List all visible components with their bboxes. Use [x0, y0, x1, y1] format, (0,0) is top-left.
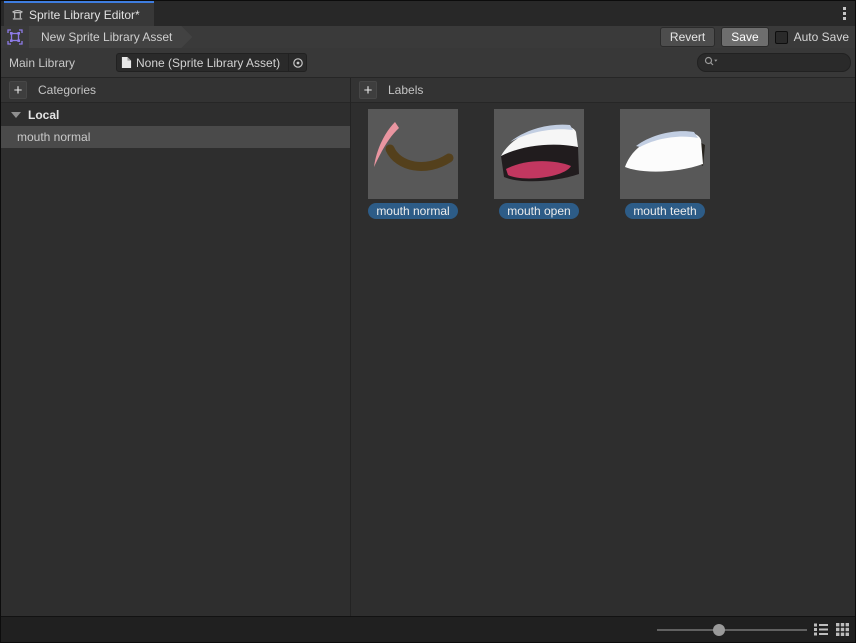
sprite-asset-icon: [7, 29, 23, 45]
content-area: + Categories Local mouth normal + Labels: [1, 77, 855, 616]
tab-sprite-library-editor[interactable]: Sprite Library Editor*: [4, 1, 154, 26]
sprite-card-mouth-normal: mouth normal: [368, 109, 458, 219]
labels-header: + Labels: [351, 78, 855, 103]
sprite-library-editor-icon: [11, 8, 24, 21]
sprite-thumbnail-mouth-open[interactable]: [494, 109, 584, 199]
add-label-button[interactable]: +: [359, 81, 377, 99]
sprite-library-editor-window: Sprite Library Editor* New Sprite Librar…: [0, 0, 856, 643]
auto-save-label: Auto Save: [794, 30, 849, 44]
toolbar: New Sprite Library Asset Revert Save Aut…: [1, 26, 855, 48]
labels-grid: mouth normal mouth open: [351, 103, 855, 616]
object-picker-icon[interactable]: [288, 54, 306, 71]
tab-bar: Sprite Library Editor*: [1, 1, 855, 26]
grid-view-icon[interactable]: [835, 622, 850, 637]
bottom-bar: [1, 616, 855, 642]
main-library-object-field[interactable]: None (Sprite Library Asset): [116, 53, 307, 72]
tab-title: Sprite Library Editor*: [29, 8, 140, 22]
main-library-row: Main Library None (Sprite Library Asset): [1, 48, 855, 77]
thumbnail-size-slider[interactable]: [657, 617, 807, 642]
category-group-label: Local: [28, 108, 59, 122]
sprite-thumbnail-mouth-teeth[interactable]: [620, 109, 710, 199]
sprite-card-mouth-open: mouth open: [494, 109, 584, 219]
categories-header: + Categories: [1, 78, 350, 103]
labels-panel: + Labels mouth normal: [351, 78, 855, 616]
labels-header-label: Labels: [388, 83, 423, 97]
slider-track: [657, 629, 807, 631]
categories-list: Local mouth normal: [1, 103, 350, 616]
sprite-label-pill[interactable]: mouth normal: [368, 203, 457, 219]
category-item-label: mouth normal: [17, 130, 90, 144]
auto-save-checkbox[interactable]: [775, 31, 788, 44]
save-button[interactable]: Save: [721, 27, 768, 47]
search-field[interactable]: [697, 53, 851, 72]
breadcrumb-label: New Sprite Library Asset: [41, 30, 172, 44]
revert-button[interactable]: Revert: [660, 27, 715, 47]
sprite-label-pill[interactable]: mouth teeth: [625, 203, 704, 219]
add-category-button[interactable]: +: [9, 81, 27, 99]
category-item-mouth-normal[interactable]: mouth normal: [1, 126, 350, 148]
foldout-arrow-icon: [11, 112, 21, 118]
search-input[interactable]: [721, 56, 844, 70]
category-group-local[interactable]: Local: [1, 103, 350, 126]
view-mode-buttons: [813, 617, 850, 642]
object-field-value: None (Sprite Library Asset): [132, 56, 288, 70]
categories-header-label: Categories: [38, 83, 96, 97]
breadcrumb[interactable]: New Sprite Library Asset: [29, 26, 192, 48]
kebab-menu-icon[interactable]: [833, 1, 855, 26]
sprite-card-mouth-teeth: mouth teeth: [620, 109, 710, 219]
slider-thumb[interactable]: [713, 624, 725, 636]
search-icon: [704, 56, 718, 70]
main-library-label: Main Library: [9, 56, 116, 70]
list-view-icon[interactable]: [813, 622, 829, 637]
sprite-thumbnail-mouth-normal[interactable]: [368, 109, 458, 199]
asset-document-icon: [117, 56, 132, 69]
sprite-label-pill[interactable]: mouth open: [499, 203, 578, 219]
categories-panel: + Categories Local mouth normal: [1, 78, 351, 616]
